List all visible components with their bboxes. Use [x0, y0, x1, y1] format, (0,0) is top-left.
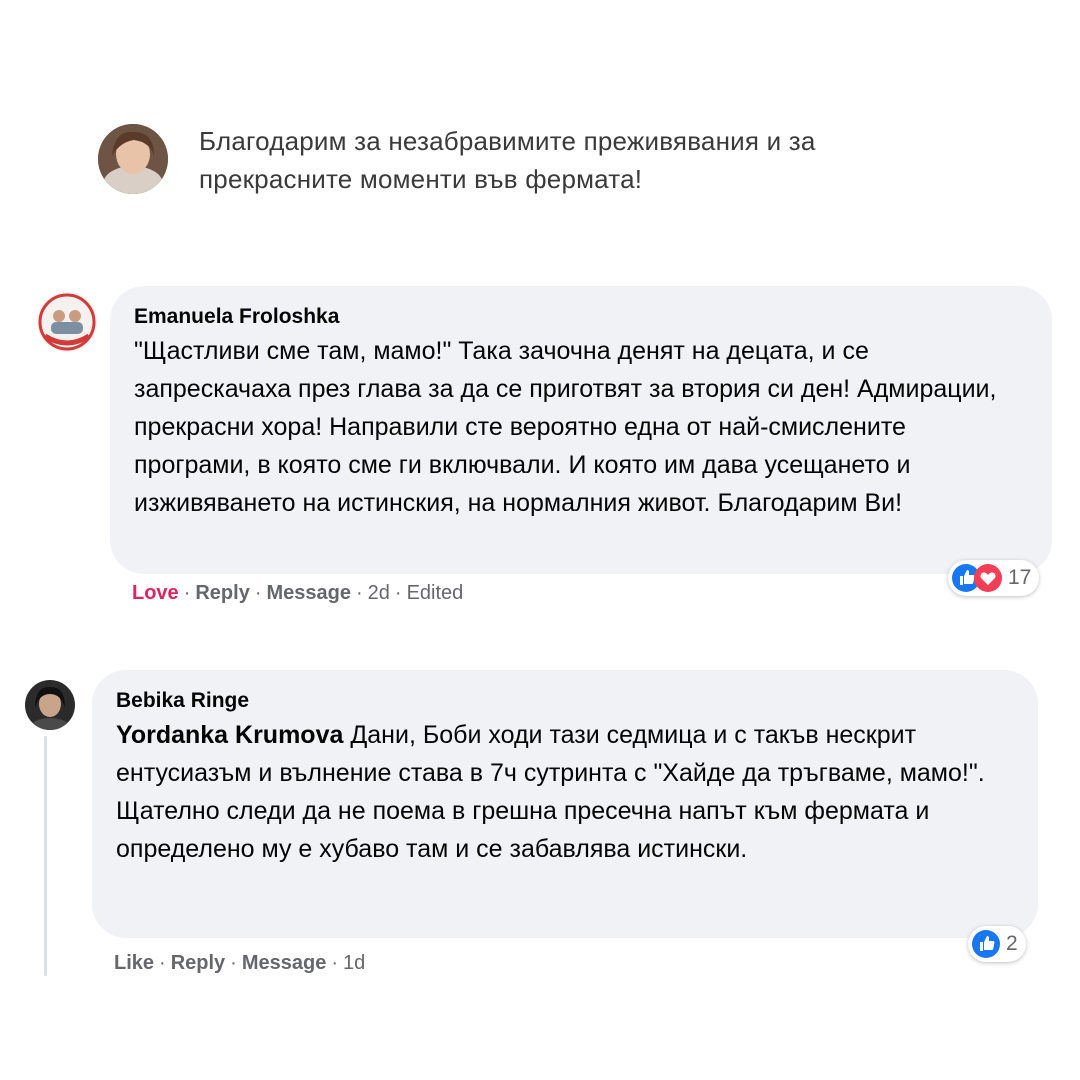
avatar[interactable] [37, 292, 97, 352]
message-button[interactable]: Message [267, 582, 352, 604]
avatar[interactable] [98, 124, 168, 194]
comment-bubble: Bebika Ringe Yordanka Krumova Дани, Боби… [92, 670, 1038, 938]
like-icon [972, 930, 1000, 958]
reply-button[interactable]: Reply [171, 952, 225, 974]
reaction-summary[interactable]: 2 [968, 926, 1026, 962]
reply-button[interactable]: Reply [195, 582, 249, 604]
avatar[interactable] [25, 680, 75, 730]
message-button[interactable]: Message [242, 952, 327, 974]
comment-bubble: Emanuela Froloshka "Щастливи сме там, ма… [110, 286, 1052, 574]
comment-actions: Love · Reply · Message · 2d · Edited [132, 582, 464, 604]
thread-line [44, 736, 47, 976]
comment-time[interactable]: 2d [368, 582, 390, 604]
edited-label: Edited [406, 582, 464, 604]
reaction-summary[interactable]: 17 [948, 560, 1040, 596]
comment-text: Yordanka Krumova Дани, Боби ходи тази се… [116, 716, 1014, 868]
comment-actions: Like · Reply · Message · 1d [114, 952, 366, 974]
comment-author[interactable]: Emanuela Froloshka [134, 302, 1028, 332]
love-icon [974, 564, 1002, 592]
intro-text: Благодарим за незабравимите преживявания… [199, 126, 816, 194]
comment-time[interactable]: 1d [343, 952, 365, 974]
comment-text: "Щастливи сме там, мамо!" Така зачочна д… [134, 337, 997, 517]
comment-author[interactable]: Bebika Ringe [116, 686, 1014, 716]
like-button[interactable]: Like [114, 952, 154, 974]
reaction-count: 17 [1008, 566, 1032, 589]
mention-tag[interactable]: Yordanka Krumova [116, 721, 343, 749]
love-button[interactable]: Love [132, 582, 179, 604]
reaction-count: 2 [1006, 932, 1018, 955]
